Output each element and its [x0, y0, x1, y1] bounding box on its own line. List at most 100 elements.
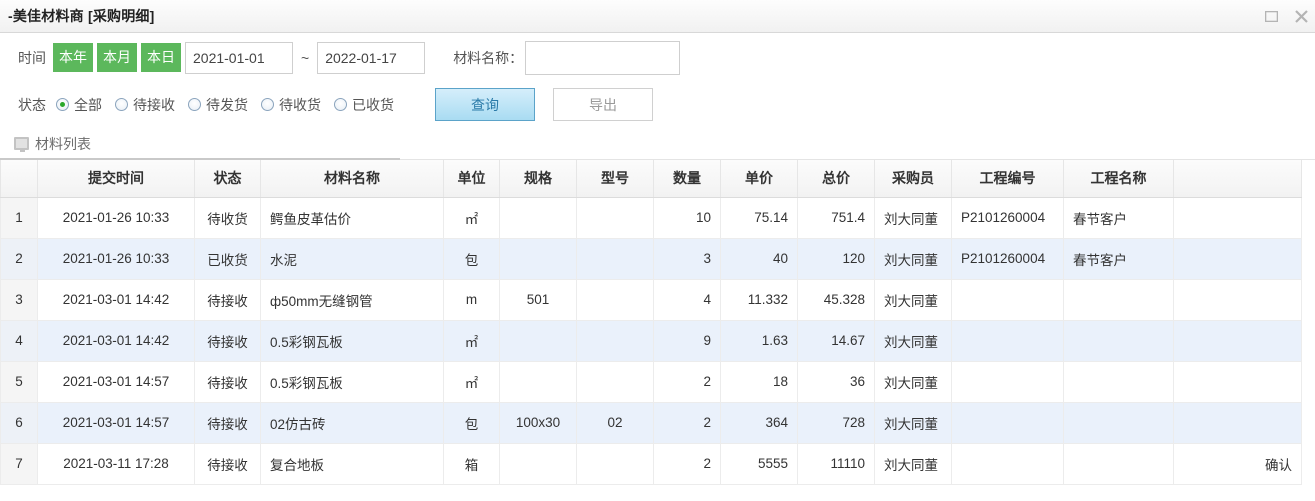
cell-spec: [499, 238, 577, 280]
cell-action[interactable]: [1173, 238, 1302, 280]
this-year-button[interactable]: 本年: [53, 43, 93, 72]
table-row[interactable]: 1 2021-01-26 10:33 待收货 鳄鱼皮革估价㎡ 10 75.14 751.4 刘…: [0, 197, 1302, 239]
column-header-material[interactable]: 材料名称: [260, 160, 444, 198]
radio-icon: [188, 98, 201, 111]
status-radio-label: 待收货: [279, 96, 321, 113]
cell-status: 待接收: [194, 402, 261, 444]
cell-index: 6: [0, 402, 38, 444]
cell-status: 待接收: [194, 361, 261, 403]
time-label: 时间: [18, 49, 46, 66]
cell-model: [576, 361, 654, 403]
status-radio-pending-receive[interactable]: 待收货: [261, 95, 321, 115]
cell-total-price: 11110: [797, 443, 875, 485]
tab-material-list[interactable]: 材料列表: [14, 134, 91, 154]
status-radio-all[interactable]: 全部: [56, 95, 102, 115]
column-header-unit[interactable]: 单位: [443, 160, 500, 198]
cell-unit-price: 40: [720, 238, 798, 280]
cell-buyer: 刘大同董: [874, 197, 952, 239]
cell-material: 复合地板: [260, 443, 444, 485]
table-row[interactable]: 7 2021-03-11 17:28 待接收 复合地板箱 2 5555 11110 刘大同董 确…: [0, 443, 1302, 485]
cell-project-no: [951, 443, 1064, 485]
cell-spec: [499, 320, 577, 362]
column-header-quantity[interactable]: 数量: [653, 160, 721, 198]
cell-project-name: [1063, 443, 1174, 485]
close-icon[interactable]: [1293, 8, 1309, 24]
radio-icon: [334, 98, 347, 111]
column-header-spec[interactable]: 规格: [499, 160, 577, 198]
column-header-buyer[interactable]: 采购员: [874, 160, 952, 198]
cell-quantity: 2: [653, 443, 721, 485]
cell-action[interactable]: [1173, 279, 1302, 321]
cell-action[interactable]: [1173, 197, 1302, 239]
cell-submit-time: 2021-03-01 14:42: [37, 320, 195, 362]
status-label: 状态: [18, 96, 46, 113]
cell-project-name: [1063, 320, 1174, 362]
cell-action[interactable]: [1173, 361, 1302, 403]
status-radio-pending-accept[interactable]: 待接收: [115, 95, 175, 115]
this-day-button[interactable]: 本日: [141, 43, 181, 72]
cell-project-name: [1063, 279, 1174, 321]
column-header-total-price[interactable]: 总价: [797, 160, 875, 198]
filter-panel: 时间 本年 本月 本日 ~ 材料名称： 状态 全部 待接收 待发货: [0, 33, 1315, 127]
radio-icon: [56, 98, 69, 111]
status-radio-received[interactable]: 已收货: [334, 95, 394, 115]
cell-submit-time: 2021-01-26 10:33: [37, 238, 195, 280]
cell-unit-price: 18: [720, 361, 798, 403]
cell-buyer: 刘大同董: [874, 443, 952, 485]
cell-buyer: 刘大同董: [874, 238, 952, 280]
column-header-submit-time[interactable]: 提交时间: [37, 160, 195, 198]
cell-buyer: 刘大同董: [874, 320, 952, 362]
this-month-button[interactable]: 本月: [97, 43, 137, 72]
cell-quantity: 4: [653, 279, 721, 321]
cell-total-price: 45.328: [797, 279, 875, 321]
cell-total-price: 120: [797, 238, 875, 280]
status-radio-label: 全部: [74, 96, 102, 113]
cell-submit-time: 2021-03-01 14:57: [37, 402, 195, 444]
maximize-icon[interactable]: [1263, 8, 1279, 24]
date-from-input[interactable]: [185, 41, 293, 74]
table-row[interactable]: 4 2021-03-01 14:42 待接收 0.5彩钢瓦板㎡ 9 1.63 14.67 刘大…: [0, 320, 1302, 362]
column-header-model[interactable]: 型号: [576, 160, 654, 198]
confirm-link[interactable]: 确认: [1265, 458, 1292, 473]
column-header-project-no[interactable]: 工程编号: [951, 160, 1064, 198]
cell-unit: ㎡: [443, 320, 500, 362]
export-button[interactable]: 导出: [553, 88, 653, 121]
table-row[interactable]: 3 2021-03-01 14:42 待接收 ф50mm无缝钢管 m 501 4 11.332…: [0, 279, 1302, 321]
date-to-input[interactable]: [317, 41, 426, 74]
column-header-index[interactable]: [0, 160, 38, 198]
table-row[interactable]: 2 2021-01-26 10:33 已收货 水泥包 3 40 120 刘大同董 P210126…: [0, 238, 1302, 280]
cell-action[interactable]: [1173, 320, 1302, 362]
cell-index: 2: [0, 238, 38, 280]
cell-project-name: 春节客户: [1063, 197, 1174, 239]
column-header-unit-price[interactable]: 单价: [720, 160, 798, 198]
cell-submit-time: 2021-03-11 17:28: [37, 443, 195, 485]
cell-unit: 包: [443, 238, 500, 280]
table-row[interactable]: 6 2021-03-01 14:57 待接收 02仿古砖包 100x30 02 2 364 72…: [0, 402, 1302, 444]
cell-project-name: 春节客户: [1063, 238, 1174, 280]
cell-status: 待接收: [194, 279, 261, 321]
cell-action[interactable]: [1173, 402, 1302, 444]
cell-quantity: 10: [653, 197, 721, 239]
table-body: 1 2021-01-26 10:33 待收货 鳄鱼皮革估价㎡ 10 75.14 751.4 刘…: [0, 197, 1302, 485]
cell-model: [576, 320, 654, 362]
cell-unit-price: 364: [720, 402, 798, 444]
window-controls: [1263, 0, 1309, 32]
cell-spec: [499, 443, 577, 485]
cell-project-no: [951, 361, 1064, 403]
column-header-status[interactable]: 状态: [194, 160, 261, 198]
cell-project-name: [1063, 361, 1174, 403]
cell-action[interactable]: 确认: [1173, 443, 1302, 485]
status-radio-pending-ship[interactable]: 待发货: [188, 95, 248, 115]
material-table-container: 提交时间 状态 材料名称 单位 规格 型号 数量 单价 总价 采购员 工程编号 …: [0, 160, 1315, 485]
column-header-action[interactable]: [1173, 160, 1302, 198]
material-name-input[interactable]: [525, 40, 681, 75]
date-range-separator: ~: [301, 49, 310, 66]
cell-index: 3: [0, 279, 38, 321]
cell-material: 0.5彩钢瓦板: [260, 361, 444, 403]
query-button[interactable]: 查询: [435, 88, 535, 121]
cell-buyer: 刘大同董: [874, 279, 952, 321]
table-row[interactable]: 5 2021-03-01 14:57 待接收 0.5彩钢瓦板㎡ 2 18 36 刘大同董: [0, 361, 1302, 403]
cell-quantity: 9: [653, 320, 721, 362]
column-header-project-name[interactable]: 工程名称: [1063, 160, 1174, 198]
cell-model: [576, 279, 654, 321]
